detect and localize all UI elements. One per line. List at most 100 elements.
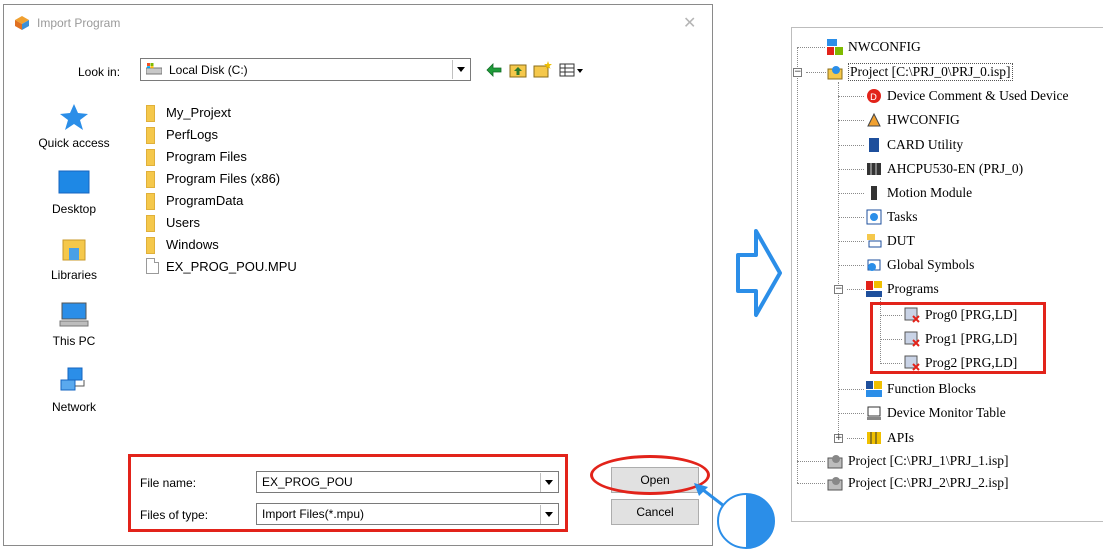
tree-line <box>838 96 864 97</box>
hwconfig-icon <box>867 112 881 127</box>
cancel-button[interactable]: Cancel <box>611 499 699 525</box>
chevron-down-icon[interactable] <box>540 505 557 524</box>
back-arrow-icon[interactable] <box>484 60 504 80</box>
list-item[interactable]: Program Files (x86) <box>146 168 280 188</box>
project-icon <box>827 477 843 491</box>
apis-icon <box>867 432 881 444</box>
folder-icon <box>146 104 160 122</box>
list-item[interactable]: My_Projext <box>146 102 231 122</box>
tree-line <box>838 145 864 146</box>
tree-item-programs[interactable]: Programs <box>866 278 939 300</box>
tree-item-nwconfig[interactable]: NWCONFIG <box>827 36 921 58</box>
tree-item-device-comment[interactable]: D Device Comment & Used Device <box>866 85 1068 107</box>
folder-icon <box>146 192 160 210</box>
list-item[interactable]: Users <box>146 212 200 232</box>
expand-apis-toggle[interactable]: + <box>834 434 843 443</box>
tree-item-project-2[interactable]: Project [C:\PRJ_2\PRJ_2.isp] <box>827 472 1009 494</box>
chevron-down-icon[interactable] <box>540 473 557 492</box>
folder-icon <box>146 126 160 144</box>
dialog-title: Import Program <box>37 16 121 30</box>
file-list: My_Projext PerfLogs Program Files Progra… <box>136 90 706 455</box>
dut-icon <box>867 234 882 248</box>
tree-line <box>838 169 864 170</box>
tree-item-tasks[interactable]: Tasks <box>866 206 918 228</box>
place-label: Desktop <box>51 202 97 216</box>
tree-line <box>838 265 864 266</box>
tree-line <box>838 241 864 242</box>
close-icon[interactable]: ✕ <box>683 13 696 33</box>
file-icon <box>146 258 159 274</box>
app-icon <box>15 16 29 30</box>
this-pc-icon <box>59 302 89 327</box>
tree-item-hwconfig[interactable]: HWCONFIG <box>866 109 960 131</box>
tree-item-function-blocks[interactable]: Function Blocks <box>866 378 976 400</box>
nwconfig-icon <box>827 39 843 55</box>
place-network[interactable]: Network <box>14 366 134 428</box>
project-icon <box>827 455 843 469</box>
cpu-icon <box>867 163 881 175</box>
tree-line <box>847 289 864 290</box>
tree-line <box>797 483 825 484</box>
function-blocks-icon <box>866 381 882 397</box>
arrow-right-icon <box>736 229 782 317</box>
tasks-icon <box>866 209 882 225</box>
tree-line <box>838 389 864 390</box>
tree-item-cpu[interactable]: AHCPU530-EN (PRJ_0) <box>866 158 1023 180</box>
network-icon <box>60 367 85 391</box>
tree-item-motion-module[interactable]: Motion Module <box>866 182 972 204</box>
tree-item-project-0[interactable]: Project [C:\PRJ_0\PRJ_0.isp] <box>827 61 1013 83</box>
file-type-label: Files of type: <box>140 508 209 522</box>
folder-icon <box>146 214 160 232</box>
desktop-icon <box>58 170 90 194</box>
tree-line <box>838 413 864 414</box>
svg-text:D: D <box>870 93 877 103</box>
up-folder-icon[interactable] <box>508 60 528 80</box>
project-icon <box>827 66 843 80</box>
place-desktop[interactable]: Desktop <box>14 168 134 230</box>
look-in-value: Local Disk (C:) <box>169 63 248 77</box>
file-type-select[interactable]: Import Files(*.mpu) <box>256 503 559 525</box>
place-quick-access[interactable]: Quick access <box>14 102 134 164</box>
collapse-project-toggle[interactable]: − <box>793 68 802 77</box>
local-disk-icon <box>146 63 162 75</box>
list-item[interactable]: EX_PROG_POU.MPU <box>146 256 297 276</box>
tree-line <box>838 120 864 121</box>
libraries-icon <box>62 239 86 261</box>
list-item[interactable]: Program Files <box>146 146 247 166</box>
tree-line <box>797 47 825 48</box>
look-in-label: Look in: <box>78 65 121 79</box>
tree-item-dut[interactable]: DUT <box>866 230 915 252</box>
tree-item-device-monitor-table[interactable]: Device Monitor Table <box>866 402 1006 424</box>
tree-line <box>838 82 839 438</box>
collapse-programs-toggle[interactable]: − <box>834 285 843 294</box>
device-monitor-icon <box>867 406 881 420</box>
view-menu-icon[interactable] <box>558 60 584 80</box>
list-item[interactable]: Windows <box>146 234 219 254</box>
tree-line <box>797 47 798 483</box>
place-label: Network <box>51 400 96 414</box>
file-name-field[interactable]: EX_PROG_POU <box>256 471 559 493</box>
tree-item-card-utility[interactable]: CARD Utility <box>866 134 963 156</box>
tree-item-apis[interactable]: APIs <box>866 427 914 449</box>
new-folder-icon[interactable] <box>532 60 552 80</box>
quick-access-star-icon <box>60 104 88 130</box>
place-libraries[interactable]: Libraries <box>14 234 134 296</box>
place-label: Libraries <box>50 268 98 282</box>
programs-icon <box>866 281 882 297</box>
chevron-down-icon[interactable] <box>452 60 469 79</box>
tree-item-global-symbols[interactable]: Global Symbols <box>866 254 974 276</box>
tree-line <box>797 461 825 462</box>
tree-line <box>806 72 826 73</box>
folder-icon <box>146 170 160 188</box>
tree-line <box>838 193 864 194</box>
folder-icon <box>146 148 160 166</box>
list-item[interactable]: ProgramData <box>146 190 243 210</box>
place-label: This PC <box>52 334 96 348</box>
tree-line <box>838 217 864 218</box>
tree-item-project-1[interactable]: Project [C:\PRJ_1\PRJ_1.isp] <box>827 450 1009 472</box>
look-in-dropdown[interactable]: Local Disk (C:) <box>140 58 471 81</box>
place-this-pc[interactable]: This PC <box>14 300 134 362</box>
motion-module-icon <box>871 186 877 200</box>
click-pointer-icon <box>694 483 775 549</box>
list-item[interactable]: PerfLogs <box>146 124 218 144</box>
